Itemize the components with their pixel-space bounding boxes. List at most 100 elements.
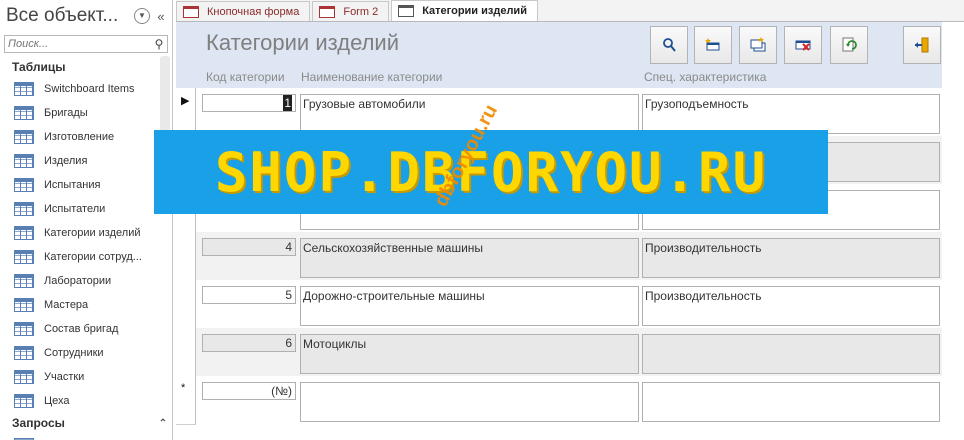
nav-item-table[interactable]: Испытания (0, 173, 172, 197)
nav-item-table[interactable]: Участки (0, 365, 172, 389)
nav-item-table[interactable]: Switchboard Items (0, 77, 172, 101)
tab-label: Form 2 (343, 5, 379, 18)
nav-item-label: Мастера (44, 299, 89, 311)
nav-item-table[interactable]: Бригады (0, 101, 172, 125)
close-form-button[interactable] (903, 26, 941, 64)
copy-record-icon (750, 37, 766, 52)
table-icon (14, 178, 34, 192)
record-row: ▶ 1 Грузовые автомобили Грузоподъемность (176, 88, 942, 137)
record-selector[interactable] (176, 328, 196, 377)
nav-item-label: Лаборатории (44, 275, 112, 287)
nav-item-label: Состав бригад (44, 323, 119, 335)
refresh-icon (842, 37, 857, 52)
nav-menu-chevron-icon[interactable]: ▼ (134, 8, 150, 24)
field-name[interactable]: Сельскохозяйственные машины (300, 238, 639, 278)
navigation-pane: Все объект... ▼ « ⚲ Таблицы ⌃ Switchboar… (0, 0, 173, 440)
table-icon (14, 226, 34, 240)
code-value: 1 (283, 95, 292, 111)
table-icon (14, 298, 34, 312)
table-icon (14, 202, 34, 216)
nav-item-table[interactable]: Лаборатории (0, 269, 172, 293)
record-row: 6 Мотоциклы (176, 328, 942, 377)
tab-form2[interactable]: Form 2 (312, 1, 390, 21)
delete-record-button[interactable] (784, 26, 822, 64)
nav-item-table[interactable]: Категории сотруд... (0, 245, 172, 269)
new-record-marker: * (181, 382, 186, 394)
form-icon (183, 5, 199, 18)
field-name[interactable]: Мотоциклы (300, 334, 639, 374)
tab-label: Категории изделий (422, 5, 527, 17)
delete-record-icon (795, 40, 811, 51)
table-icon (14, 274, 34, 288)
search-icon[interactable]: ⚲ (151, 37, 167, 51)
field-code[interactable]: 5 (202, 286, 296, 304)
nav-item-label: Сотрудники (44, 347, 104, 359)
nav-search-box: ⚲ (4, 35, 168, 53)
form-vertical-scrollbar[interactable] (942, 22, 964, 440)
nav-item-table[interactable]: Сотрудники (0, 341, 172, 365)
tab-switchboard[interactable]: Кнопочная форма (176, 1, 311, 21)
new-record-button[interactable] (694, 26, 732, 64)
table-icon (14, 250, 34, 264)
form-header: Категории изделий Код категории Наименов… (176, 22, 942, 88)
field-spec[interactable]: Грузоподъемность (642, 94, 940, 134)
field-spec[interactable] (642, 334, 940, 374)
nav-item-label: Бригады (44, 107, 88, 119)
nav-item-label: Изделия (44, 155, 88, 167)
code-value: 4 (285, 240, 292, 254)
table-icon (14, 154, 34, 168)
nav-item-table[interactable]: Испытатели (0, 197, 172, 221)
column-header-code: Код категории (206, 70, 285, 84)
table-list: Switchboard Items Бригады Изготовление Изде… (0, 77, 172, 413)
watermark-banner-text: SHOP.DBFORYOU.RU (214, 140, 768, 204)
current-record-marker: ▶ (181, 95, 190, 107)
copy-record-button[interactable] (739, 26, 777, 64)
record-row: 4 Сельскохозяйственные машины Производител… (176, 232, 942, 281)
field-spec[interactable]: Производительность (642, 286, 940, 326)
nav-search-input[interactable] (5, 38, 151, 50)
nav-item-label: Изготовление (44, 131, 115, 143)
table-icon (14, 106, 34, 120)
new-record-row: * (№) (176, 376, 942, 425)
nav-group-label: Запросы (12, 416, 65, 430)
record-selector[interactable] (176, 280, 196, 329)
tab-product-categories[interactable]: Категории изделий (391, 0, 538, 21)
field-name[interactable]: Дорожно-строительные машины (300, 286, 639, 326)
column-header-spec: Спец. характеристика (644, 70, 767, 84)
search-icon (663, 38, 676, 52)
new-record-icon (705, 38, 720, 51)
record-selector[interactable]: * (176, 376, 196, 425)
field-code[interactable]: 1 (202, 94, 296, 112)
nav-item-table[interactable]: Изделия (0, 149, 172, 173)
nav-item-table[interactable]: Мастера (0, 293, 172, 317)
record-selector[interactable] (176, 232, 196, 281)
field-code[interactable]: (№) (202, 382, 296, 400)
field-name[interactable] (300, 382, 639, 422)
nav-group-queries[interactable]: Запросы ⌃ (0, 413, 172, 433)
field-code[interactable]: 6 (202, 334, 296, 352)
nav-item-table[interactable]: Категории изделий (0, 221, 172, 245)
document-tabs: Кнопочная форма Form 2 Категории изделий (176, 0, 964, 22)
nav-group-tables[interactable]: Таблицы ⌃ (0, 57, 172, 77)
field-spec[interactable] (642, 382, 940, 422)
nav-item-table[interactable]: Изготовление (0, 125, 172, 149)
nav-title[interactable]: Все объект... (6, 5, 134, 27)
field-code[interactable]: 4 (202, 238, 296, 256)
nav-item-label: Испытания (44, 179, 101, 191)
record-row: 5 Дорожно-строительные машины Производител… (176, 280, 942, 329)
table-icon (14, 130, 34, 144)
refresh-button[interactable] (830, 26, 868, 64)
collapse-up-icon[interactable]: ⌃ (154, 418, 172, 429)
find-button[interactable] (650, 26, 688, 64)
tab-label: Кнопочная форма (207, 5, 300, 18)
nav-item-table[interactable]: Цеха (0, 389, 172, 413)
table-icon (14, 394, 34, 408)
nav-item-query[interactable]: 1.1 Перечень изд... (0, 433, 172, 440)
nav-collapse-icon[interactable]: « (154, 9, 168, 24)
nav-item-table[interactable]: Состав бригад (0, 317, 172, 341)
nav-header: Все объект... ▼ « (0, 0, 172, 32)
table-icon (14, 322, 34, 336)
code-value: 5 (285, 288, 292, 302)
field-spec[interactable]: Производительность (642, 238, 940, 278)
code-value: 6 (285, 336, 292, 350)
